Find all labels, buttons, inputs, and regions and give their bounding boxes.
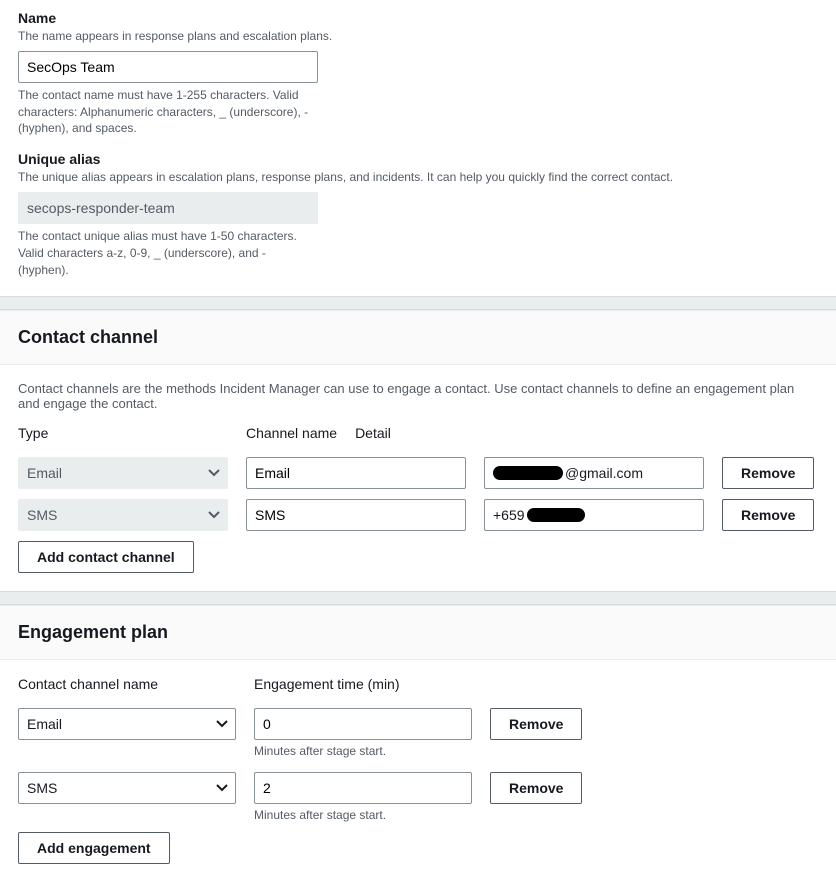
name-input[interactable] [18, 51, 318, 83]
contact-channel-header: Contact channel [0, 310, 836, 365]
column-type-label: Type [18, 425, 228, 441]
channel-name-input[interactable] [246, 457, 466, 489]
section-divider [0, 591, 836, 605]
alias-input [18, 192, 318, 224]
engagement-time-hint: Minutes after stage start. [254, 808, 472, 822]
column-detail-label: Detail [355, 425, 391, 441]
alias-constraint: The contact unique alias must have 1-50 … [18, 228, 318, 278]
add-contact-channel-button[interactable]: Add contact channel [18, 541, 194, 573]
alias-hint: The unique alias appears in escalation p… [18, 169, 818, 186]
contact-channel-description: Contact channels are the methods Inciden… [18, 381, 818, 411]
redacted-text [527, 508, 585, 522]
redacted-text [493, 466, 563, 480]
engagement-time-hint: Minutes after stage start. [254, 744, 472, 758]
engagement-channel-select[interactable]: SMS [18, 772, 236, 804]
engagement-time-input[interactable] [254, 708, 472, 740]
contact-channel-title: Contact channel [18, 327, 818, 348]
name-constraint: The contact name must have 1-255 charact… [18, 87, 318, 137]
alias-label: Unique alias [18, 151, 818, 167]
engagement-time-input[interactable] [254, 772, 472, 804]
engagement-row: Email Minutes after stage start. Remove [18, 708, 818, 758]
channel-type-select[interactable]: SMS [18, 499, 228, 531]
engagement-plan-title: Engagement plan [18, 622, 818, 643]
remove-engagement-button[interactable]: Remove [490, 708, 582, 740]
channel-detail-input[interactable]: +659 [484, 499, 704, 531]
add-engagement-button[interactable]: Add engagement [18, 832, 170, 864]
section-divider [0, 296, 836, 310]
engagement-channel-select[interactable]: Email [18, 708, 236, 740]
column-channel-name-label: Contact channel name [18, 676, 236, 692]
channel-detail-input[interactable]: @gmail.com [484, 457, 704, 489]
name-label: Name [18, 10, 818, 26]
name-hint: The name appears in response plans and e… [18, 28, 818, 45]
channel-type-select[interactable]: Email [18, 457, 228, 489]
contact-channel-row: Email @gmail.com Remove [18, 457, 818, 489]
remove-channel-button[interactable]: Remove [722, 457, 814, 489]
contact-channel-row: SMS +659 Remove [18, 499, 818, 531]
remove-engagement-button[interactable]: Remove [490, 772, 582, 804]
engagement-plan-header: Engagement plan [0, 605, 836, 660]
engagement-row: SMS Minutes after stage start. Remove [18, 772, 818, 822]
column-engagement-time-label: Engagement time (min) [254, 676, 472, 692]
remove-channel-button[interactable]: Remove [722, 499, 814, 531]
column-name-label: Channel name [246, 425, 337, 441]
channel-name-input[interactable] [246, 499, 466, 531]
